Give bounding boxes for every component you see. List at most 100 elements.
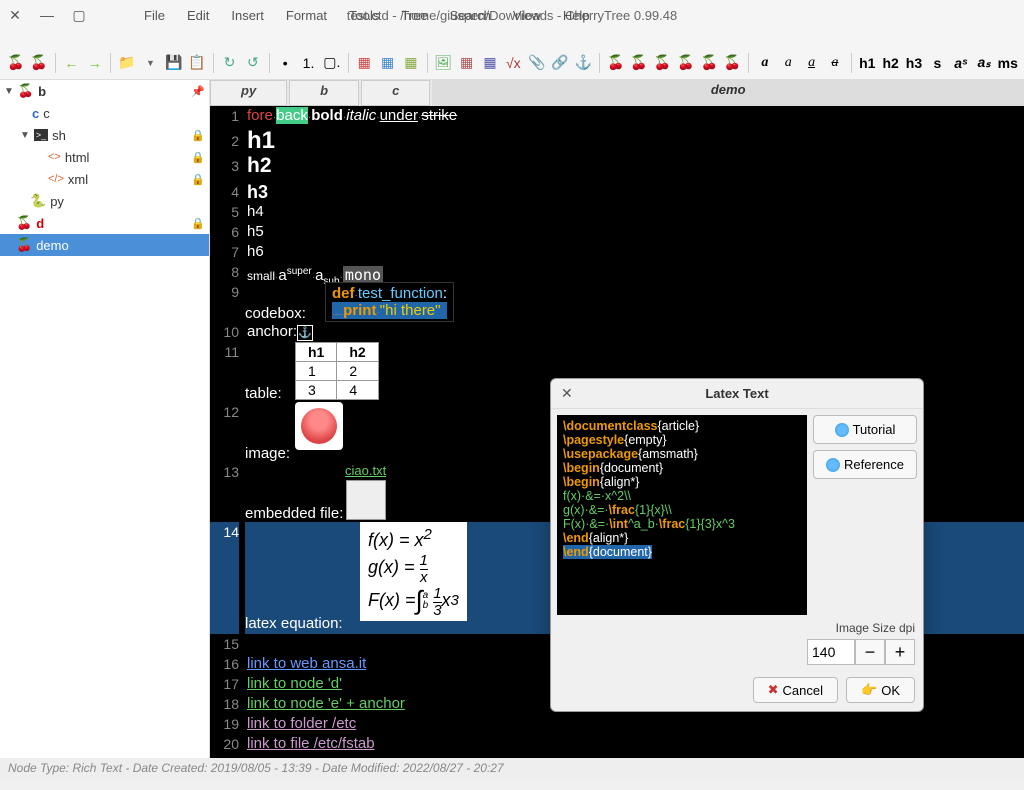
menu-edit[interactable]: Edit [179,6,217,25]
image-icon[interactable]: 🖼 [434,53,453,73]
menu-view[interactable]: View [505,6,549,25]
lock-icon: 🔒 [191,151,205,164]
latex-code-editor[interactable]: \documentclass{article} \pagestyle{empty… [557,415,807,615]
image-widget[interactable] [295,402,343,450]
small-icon[interactable]: s [928,53,947,73]
latex-widget[interactable]: f(x) = x2 g(x) = 1x F(x) = ∫ab 13x3 [360,522,467,621]
h3-icon[interactable]: h3 [904,53,923,73]
expand-icon[interactable]: ▼ [20,130,30,141]
export-icon[interactable]: 📋 [187,53,206,73]
codebox-widget[interactable]: def·test_function: ....print·"hi there" [325,282,454,322]
node-label: xml [68,172,88,187]
close-icon[interactable]: ✕ [8,8,22,22]
h1-icon[interactable]: h1 [858,53,877,73]
menu-help[interactable]: Help [555,6,598,25]
checkbox-icon[interactable]: ▢. [322,53,341,73]
file-widget[interactable]: ciao.txt [345,463,386,522]
menu-search[interactable]: Search [442,6,499,25]
cancel-button[interactable]: ✖Cancel [753,677,838,703]
mono-icon[interactable]: ms [998,53,1018,73]
folder-icon[interactable]: 📁 [117,53,136,73]
table-icon2[interactable]: ▦ [378,53,397,73]
cherry2-icon[interactable]: 🍒 [629,53,648,73]
node-label: py [50,194,64,209]
link-node-e[interactable]: link to node 'e' + anchor [247,695,405,712]
link-file[interactable]: link to file /etc/fstab [247,735,375,752]
forward-icon[interactable]: → [85,53,104,73]
strike-icon[interactable]: a [825,53,844,73]
link-web[interactable]: link to web ansa.it [247,655,366,672]
menu-format[interactable]: Format [278,6,335,25]
ok-button[interactable]: 👉OK [846,677,915,703]
cherry4-icon[interactable]: 🍒 [676,53,695,73]
bullet-icon[interactable]: • [275,53,294,73]
tree-item-html[interactable]: <> html 🔒 [0,146,209,168]
back-icon[interactable]: ← [62,53,81,73]
node-add-icon[interactable]: 🍒 [6,53,25,73]
c-icon: c [32,106,39,121]
table-icon1[interactable]: ▦ [355,53,374,73]
tree-item-py[interactable]: 🐍 py [0,190,209,212]
menu-insert[interactable]: Insert [223,6,272,25]
expand-icon[interactable]: ▼ [4,86,14,97]
tab-b[interactable]: b [289,80,359,106]
anchor-icon[interactable]: ⚓ [574,53,593,73]
maximize-icon[interactable]: ▢ [72,8,86,22]
table-widget[interactable]: h1h2 12 34 [295,342,379,400]
cherry5-icon[interactable]: 🍒 [699,53,718,73]
reference-button[interactable]: Reference [813,450,917,479]
tree-item-demo[interactable]: 🍒 demo [0,234,209,256]
h2-sample: h2 [247,154,272,177]
cherry3-icon[interactable]: 🍒 [653,53,672,73]
underline-icon[interactable]: a [802,53,821,73]
tree-item-d[interactable]: 🍒 d 🔒 [0,212,209,234]
tree-item-b[interactable]: ▼ 🍒 b 📌 [0,80,209,102]
menu-tools[interactable]: Tools [341,6,387,25]
bold-sample: bold [311,107,343,124]
latex-icon[interactable]: √x [504,53,523,73]
save-icon[interactable]: 💾 [164,53,183,73]
world-icon [835,423,849,437]
table-icon3[interactable]: ▦ [401,53,420,73]
numbered-icon[interactable]: 1. [299,53,318,73]
menu-file[interactable]: File [136,6,173,25]
minimize-icon[interactable]: — [40,8,54,22]
tab-py[interactable]: py [210,80,287,106]
dpi-plus-button[interactable]: + [885,639,915,665]
tree-item-c[interactable]: c c [0,102,209,124]
latex-dialog: ✕ Latex Text \documentclass{article} \pa… [550,378,924,712]
dpi-input[interactable] [807,639,855,665]
h2-icon[interactable]: h2 [881,53,900,73]
attach-icon[interactable]: 📎 [527,53,546,73]
node-path: demo [432,80,1024,106]
sub-icon[interactable]: aₛ [974,53,993,73]
redo-icon[interactable]: ↻ [220,53,239,73]
italic-icon[interactable]: a [779,53,798,73]
link-folder[interactable]: link to folder /etc [247,715,356,732]
tab-c[interactable]: c [361,80,430,106]
codebox-icon[interactable]: ▦ [480,53,499,73]
link-node-d[interactable]: link to node 'd' [247,675,342,692]
tree-item-sh[interactable]: ▼ >_ sh 🔒 [0,124,209,146]
py-icon: 🐍 [30,193,46,209]
menu-tree[interactable]: Tree [393,6,435,25]
table-label: table: [245,385,282,402]
cherry-icon: 🍒 [16,237,32,253]
link-icon[interactable]: 🔗 [550,53,569,73]
table-insert-icon[interactable]: ▦ [457,53,476,73]
undo-icon[interactable]: ↺ [243,53,262,73]
cherry1-icon[interactable]: 🍒 [606,53,625,73]
tutorial-button[interactable]: Tutorial [813,415,917,444]
node-add-child-icon[interactable]: 🍒 [29,53,48,73]
dialog-close-icon[interactable]: ✕ [561,385,573,402]
bold-icon[interactable]: a [755,53,774,73]
cherry6-icon[interactable]: 🍒 [723,53,742,73]
chevron-down-icon[interactable]: ▼ [141,53,160,73]
anchor-label: anchor: [247,323,297,340]
super-icon[interactable]: aˢ [951,53,970,73]
dpi-minus-button[interactable]: − [855,639,885,665]
anchor-widget-icon[interactable]: ⚓ [297,325,313,341]
node-label: d [36,216,44,231]
tree-item-xml[interactable]: </> xml 🔒 [0,168,209,190]
avatar-icon [301,408,337,444]
